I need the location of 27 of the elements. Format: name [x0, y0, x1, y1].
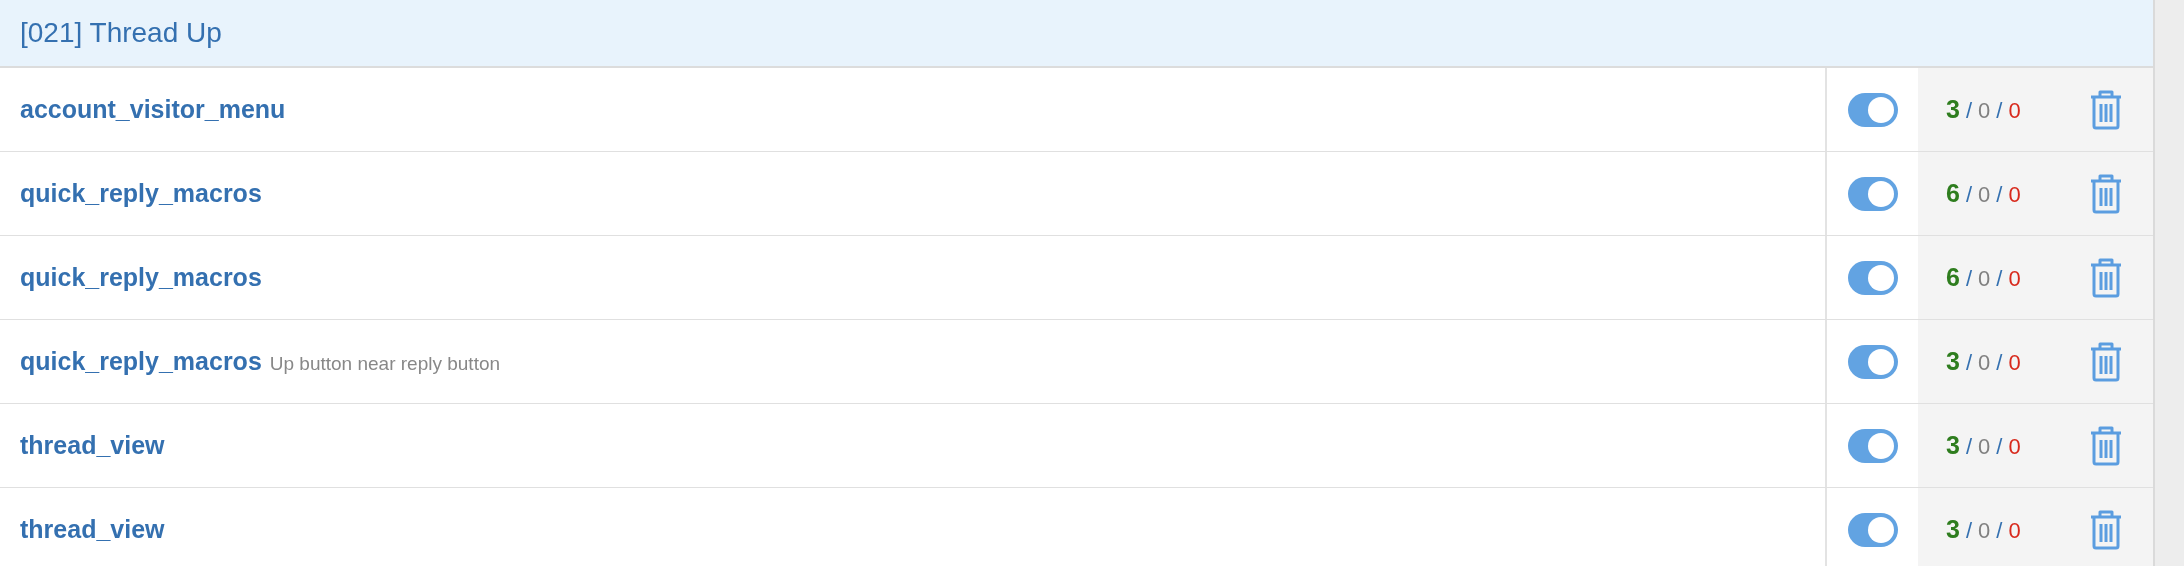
result-counts: 6 / 0 / 0 — [1946, 179, 2021, 208]
trash-icon[interactable] — [2089, 173, 2124, 214]
result-counts: 3 / 0 / 0 — [1946, 95, 2021, 124]
toggle-switch[interactable] — [1847, 344, 1898, 379]
result-counts: 3 / 0 / 0 — [1946, 431, 2021, 460]
section-title: [021] Thread Up — [20, 17, 222, 49]
trash-icon[interactable] — [2089, 425, 2124, 466]
scrollbar[interactable] — [2153, 0, 2184, 566]
result-counts: 3 / 0 / 0 — [1946, 515, 2021, 544]
test-name-link[interactable]: thread_view — [20, 431, 165, 460]
test-note: Up button near reply button — [269, 352, 501, 375]
trash-icon[interactable] — [2089, 341, 2124, 382]
result-counts: 6 / 0 / 0 — [1946, 263, 2021, 292]
trash-icon[interactable] — [2089, 257, 2124, 298]
result-counts: 3 / 0 / 0 — [1946, 347, 2021, 376]
toggle-switch[interactable] — [1847, 92, 1898, 127]
trash-icon[interactable] — [2089, 509, 2124, 550]
test-name-link[interactable]: account_visitor_menu — [20, 95, 286, 124]
toggle-switch[interactable] — [1847, 512, 1898, 547]
trash-icon[interactable] — [2089, 89, 2124, 130]
toggle-switch[interactable] — [1847, 428, 1898, 463]
test-name-link[interactable]: quick_reply_macros — [20, 179, 262, 208]
test-name-link[interactable]: thread_view — [20, 515, 165, 544]
test-name-link[interactable]: quick_reply_macros — [20, 263, 262, 292]
toggle-switch[interactable] — [1847, 176, 1898, 211]
toggle-switch[interactable] — [1847, 260, 1898, 295]
test-name-link[interactable]: quick_reply_macros — [20, 347, 262, 376]
